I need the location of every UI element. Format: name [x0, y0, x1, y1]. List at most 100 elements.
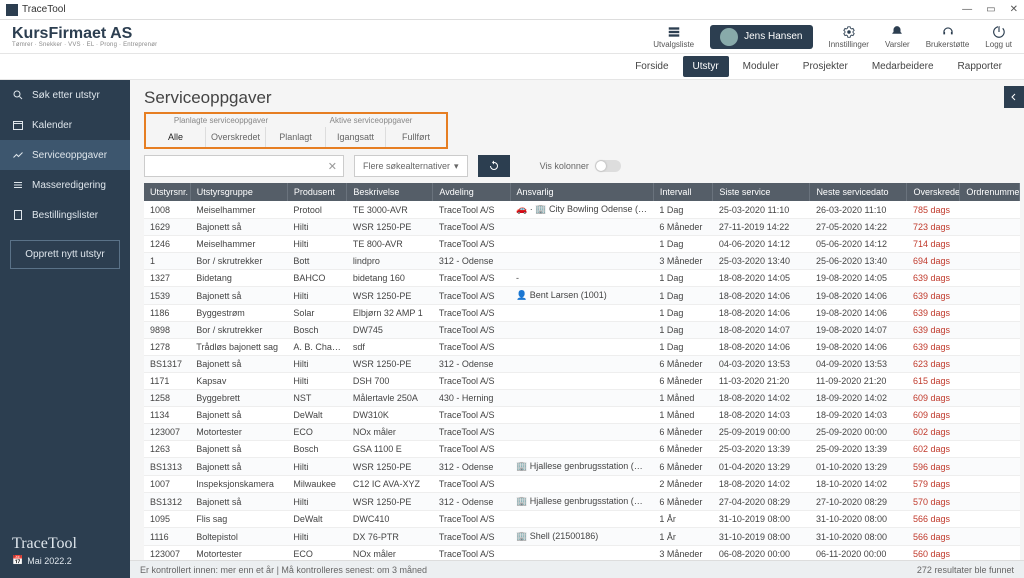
cell: 🏢 Shell (21500186) — [510, 528, 653, 546]
search-box[interactable]: ✕ — [144, 155, 344, 177]
company-logo: KursFirmaet AS Tømrer · Snekker · VVS · … — [12, 26, 157, 48]
more-filters-button[interactable]: Flere søkealternativer▾ — [354, 155, 468, 177]
side-panel-toggle[interactable] — [1004, 86, 1024, 108]
column-header[interactable]: Utstyrsnr. — [144, 183, 190, 201]
cell: 785 dags — [907, 201, 960, 219]
table-row[interactable]: 123007MotortesterECONOx målerTraceTool A… — [144, 424, 1020, 441]
cell: 18-08-2020 14:05 — [713, 270, 810, 287]
table-row[interactable]: 1186ByggestrømSolarElbjørn 32 AMP 1Trace… — [144, 305, 1020, 322]
cell — [510, 441, 653, 458]
sidebar-item-search[interactable]: Søk etter utstyr — [0, 80, 130, 110]
cell: TraceTool A/S — [433, 287, 510, 305]
cell: A. B. Chance — [287, 339, 347, 356]
nav-rapporter[interactable]: Rapporter — [948, 56, 1012, 77]
table-row[interactable]: 1Bor / skrutrekkerBottlindpro312 - Odens… — [144, 253, 1020, 270]
logout-label: Logg ut — [985, 40, 1012, 49]
table-row[interactable]: 1246MeiselhammerHiltiTE 800-AVRTraceTool… — [144, 236, 1020, 253]
cell: 723 dags — [907, 219, 960, 236]
column-header[interactable]: Intervall — [653, 183, 713, 201]
cell: 25-09-2020 00:00 — [810, 424, 907, 441]
create-equipment-button[interactable]: Opprett nytt utstyr — [10, 240, 120, 269]
table-row[interactable]: 9898Bor / skrutrekkerBoschDW745TraceTool… — [144, 322, 1020, 339]
column-header[interactable]: Siste service — [713, 183, 810, 201]
nav-bar: Forside Utstyr Moduler Prosjekter Medarb… — [0, 54, 1024, 80]
cell: Boltepistol — [190, 528, 287, 546]
nav-utstyr[interactable]: Utstyr — [683, 56, 729, 77]
cell: Solar — [287, 305, 347, 322]
table-row[interactable]: 1007InspeksjonskameraMilwaukeeC12 IC AVA… — [144, 476, 1020, 493]
sidebar-item-orders[interactable]: Bestillingslister — [0, 200, 130, 230]
user-name: Jens Hansen — [744, 31, 802, 42]
app-icon — [6, 4, 18, 16]
cell: NOx måler — [347, 546, 433, 561]
table-row[interactable]: 123007MotortesterECONOx målerTraceTool A… — [144, 546, 1020, 561]
table-row[interactable]: 1263Bajonett såBoschGSA 1100 ETraceTool … — [144, 441, 1020, 458]
table-row[interactable]: 1629Bajonett såHiltiWSR 1250-PETraceTool… — [144, 219, 1020, 236]
cell: 1 Dag — [653, 287, 713, 305]
user-chip[interactable]: Jens Hansen — [710, 25, 812, 49]
utvalgsliste-label: Utvalgsliste — [653, 40, 694, 49]
nav-forside[interactable]: Forside — [625, 56, 678, 77]
column-header[interactable]: Ansvarlig — [510, 183, 653, 201]
page-title: Serviceoppgaver — [130, 80, 1024, 112]
visible-columns-toggle[interactable]: Vis kolonner — [540, 160, 621, 172]
column-header[interactable]: Avdeling — [433, 183, 510, 201]
table-row[interactable]: 1171KapsavHiltiDSH 700TraceTool A/S6 Mån… — [144, 373, 1020, 390]
filter-tab-planlagt[interactable]: Planlagt — [266, 127, 326, 147]
cell: Hilti — [287, 373, 347, 390]
table-row[interactable]: 1134Bajonett såDeWaltDW310KTraceTool A/S… — [144, 407, 1020, 424]
table-row[interactable]: 1008MeiselhammerProtoolTE 3000-AVRTraceT… — [144, 201, 1020, 219]
table-row[interactable]: 1095Flis sagDeWaltDWC410TraceTool A/S1 Å… — [144, 511, 1020, 528]
column-header[interactable]: Produsent — [287, 183, 347, 201]
support-button[interactable]: Brukerstøtte — [926, 25, 970, 49]
settings-button[interactable]: Innstillinger — [829, 25, 869, 49]
cell: BS1317 — [144, 356, 190, 373]
filter-tab-igangsatt[interactable]: Igangsatt — [326, 127, 386, 147]
cell: TraceTool A/S — [433, 528, 510, 546]
sidebar-footer: TraceTool 📅Mai 2022.2 — [0, 523, 130, 578]
column-header[interactable]: Ordrenummer — [960, 183, 1020, 201]
cell: 566 dags — [907, 528, 960, 546]
filter-tab-overskredet[interactable]: Overskredet — [206, 127, 266, 147]
minimize-button[interactable]: — — [962, 4, 972, 15]
cell — [960, 528, 1020, 546]
maximize-button[interactable]: ▭ — [986, 4, 995, 15]
sidebar-item-massedit[interactable]: Masseredigering — [0, 170, 130, 200]
table-row[interactable]: BS1317Bajonett såHiltiWSR 1250-PE312 - O… — [144, 356, 1020, 373]
filter-tab-fullfort[interactable]: Fullført — [386, 127, 446, 147]
utvalgsliste-button[interactable]: Utvalgsliste — [653, 25, 694, 49]
table-row[interactable]: 1258ByggebrettNSTMålertavle 250A430 - He… — [144, 390, 1020, 407]
clear-icon[interactable]: ✕ — [328, 160, 337, 173]
column-header[interactable]: Neste servicedato — [810, 183, 907, 201]
logout-button[interactable]: Logg ut — [985, 25, 1012, 49]
column-header[interactable]: Overskredet — [907, 183, 960, 201]
table-row[interactable]: 1278Trådløs bajonett sagA. B. ChancesdfT… — [144, 339, 1020, 356]
column-header[interactable]: Utstyrsgruppe — [190, 183, 287, 201]
sidebar-item-calendar[interactable]: Kalender — [0, 110, 130, 140]
cell: 3 Måneder — [653, 546, 713, 561]
alerts-button[interactable]: Varsler — [885, 25, 910, 49]
table-row[interactable]: BS1312Bajonett såHiltiWSR 1250-PE312 - O… — [144, 493, 1020, 511]
cell: 1 — [144, 253, 190, 270]
table-row[interactable]: 1116BoltepistolHiltiDX 76-PTRTraceTool A… — [144, 528, 1020, 546]
cell: 05-06-2020 14:12 — [810, 236, 907, 253]
filter-tab-alle[interactable]: Alle — [146, 127, 206, 147]
close-button[interactable]: ✕ — [1010, 4, 1018, 15]
cell: C12 IC AVA-XYZ — [347, 476, 433, 493]
search-input[interactable] — [151, 161, 328, 172]
refresh-button[interactable] — [478, 155, 510, 177]
status-bar: Er kontrollert innen: mer enn et år | Må… — [130, 560, 1024, 578]
column-header[interactable]: Beskrivelse — [347, 183, 433, 201]
cell — [510, 305, 653, 322]
nav-prosjekter[interactable]: Prosjekter — [793, 56, 858, 77]
table-row[interactable]: BS1313Bajonett såHiltiWSR 1250-PE312 - O… — [144, 458, 1020, 476]
nav-moduler[interactable]: Moduler — [733, 56, 789, 77]
cell — [510, 322, 653, 339]
nav-medarbeidere[interactable]: Medarbeidere — [862, 56, 944, 77]
cell: TraceTool A/S — [433, 339, 510, 356]
cell: 639 dags — [907, 287, 960, 305]
table-row[interactable]: 1539Bajonett såHiltiWSR 1250-PETraceTool… — [144, 287, 1020, 305]
table-row[interactable]: 1327BidetangBAHCObidetang 160TraceTool A… — [144, 270, 1020, 287]
sidebar-item-service[interactable]: Serviceoppgaver — [0, 140, 130, 170]
cell — [510, 424, 653, 441]
